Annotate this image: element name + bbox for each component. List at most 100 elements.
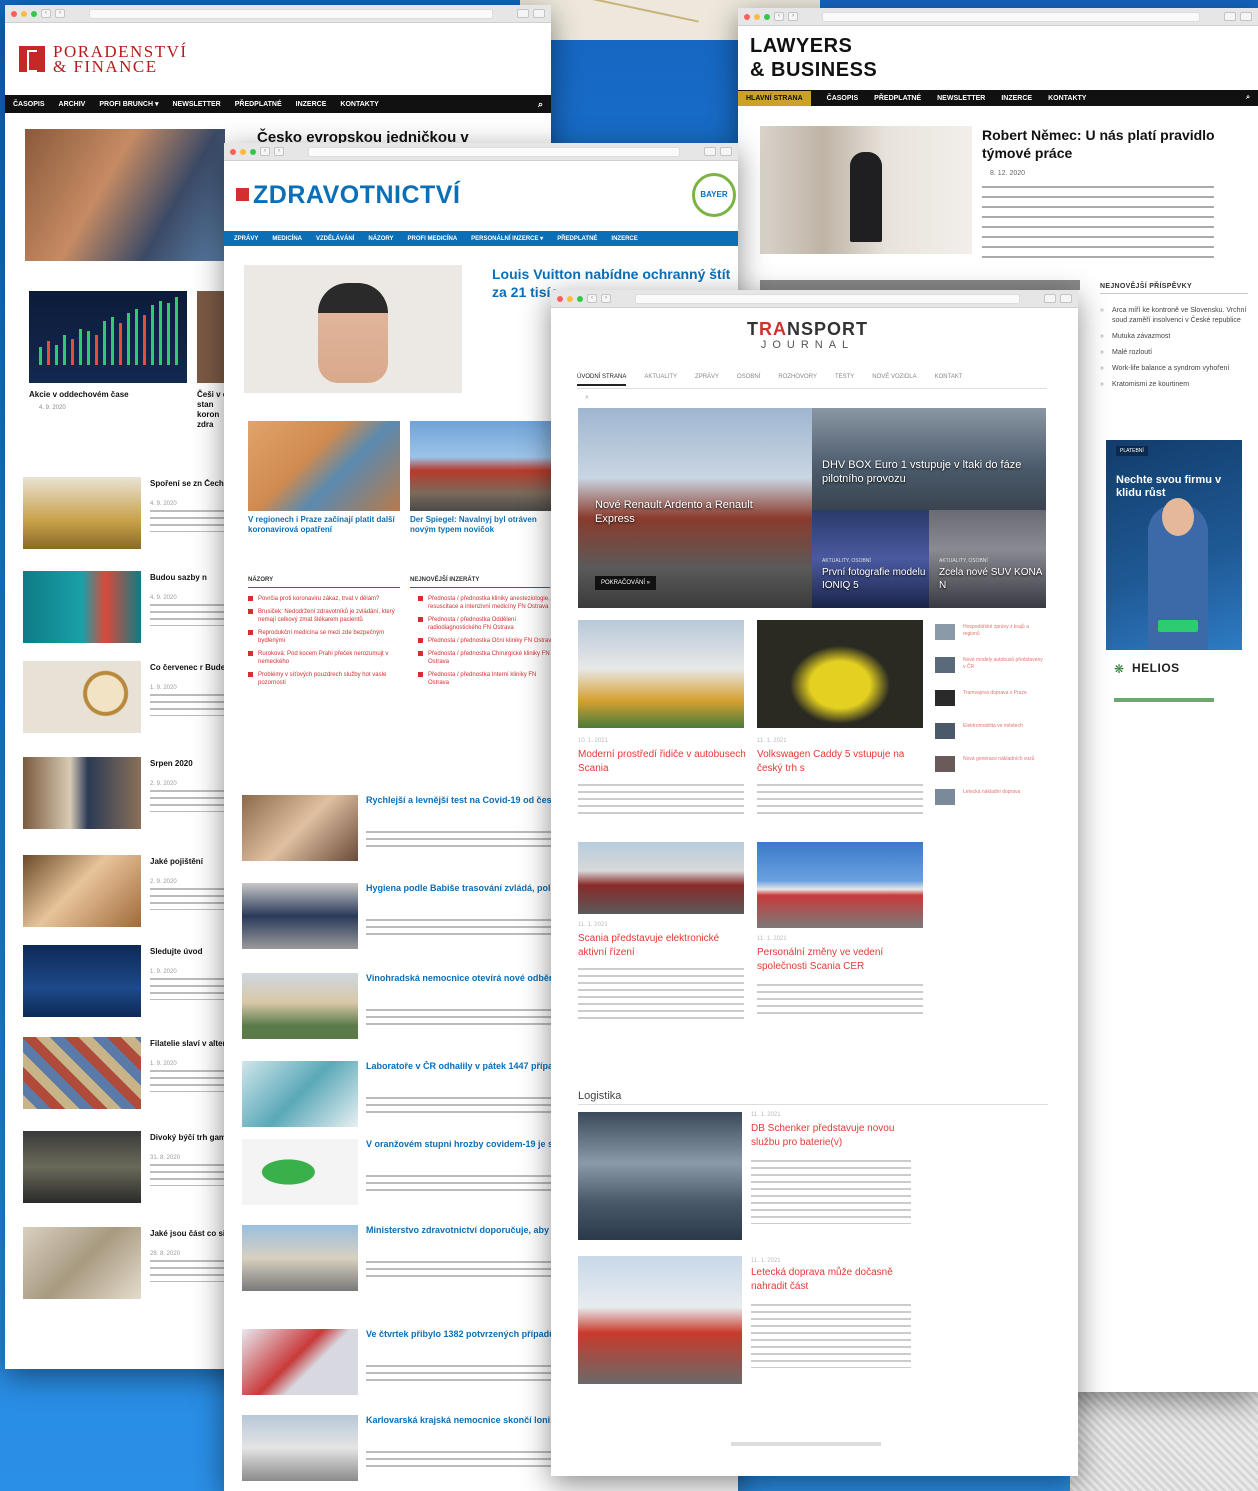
sidebar-news-item[interactable]: Letecká nákladní doprava <box>935 789 1045 819</box>
recent-post-link[interactable]: Mutuka závazmost <box>1100 332 1250 342</box>
job-ad-link[interactable]: Přednosta / přednostka Interní kliniky F… <box>418 671 558 687</box>
nav-item-vzdelavani[interactable]: VZDĚLÁVÁNÍ <box>316 236 354 242</box>
site-logo[interactable]: ZDRAVOTNICTVÍ <box>236 181 460 210</box>
sidebar-news-item[interactable]: Tramvajová doprava v Praze <box>935 690 1045 720</box>
maximize-window-button[interactable] <box>31 10 37 17</box>
nav-item-newsletter[interactable]: NEWSLETTER <box>172 101 220 108</box>
share-button[interactable] <box>517 9 529 18</box>
site-logo[interactable]: TRANSPORT JOURNAL <box>747 320 868 352</box>
nav-item-archiv[interactable]: ARCHIV <box>59 101 86 108</box>
nav-item-osobni[interactable]: OSOBNÍ <box>737 374 760 386</box>
hero-image[interactable] <box>244 265 462 393</box>
list-item[interactable]: Srpen 2020 2. 9. 2020 <box>23 757 233 829</box>
site-logo[interactable]: PORADENSTVÍ & FINANCE <box>53 43 188 75</box>
job-ad-link[interactable]: Přednosta / přednostka Oddělení radiodia… <box>418 616 558 632</box>
article-title[interactable]: Jaké pojištění <box>150 857 230 867</box>
article-image[interactable] <box>197 291 227 383</box>
address-bar[interactable] <box>822 11 1200 22</box>
window-transport-journal[interactable]: ‹ › TRANSPORT JOURNAL ÚVODNÍ STRANA AKTU… <box>551 290 1078 1476</box>
article-title[interactable]: DB Schenker představuje novou službu pro… <box>751 1122 921 1150</box>
ad-banner[interactable]: PLATEBNÍ Nechte svou firmu v klidu růst <box>1106 440 1242 650</box>
hero-title[interactable]: Nové Renault Ardento a Renault Express <box>595 498 795 526</box>
nav-item-profi-medicina[interactable]: PROFI MEDICÍNA <box>407 236 457 242</box>
nav-item-uvodni-strana[interactable]: ÚVODNÍ STRANA <box>577 374 627 386</box>
opinion-link[interactable]: Brusiček: Nedodržení zdravotníků je zvlá… <box>248 608 400 624</box>
nav-item-aktuality[interactable]: AKTUALITY <box>644 374 677 386</box>
article-image[interactable] <box>757 842 923 928</box>
nav-item-kontakty[interactable]: KONTAKTY <box>340 101 378 108</box>
list-item[interactable]: Divoký býčí trh gambling. Kter dařit? 31… <box>23 1131 233 1203</box>
nav-item-inzerce[interactable]: INZERCE <box>296 101 327 108</box>
article-image[interactable] <box>757 620 923 728</box>
address-bar[interactable] <box>89 8 493 19</box>
article-image-stock-chart[interactable] <box>29 291 187 383</box>
article-image[interactable] <box>578 620 744 728</box>
article-title[interactable]: Personální změny ve vedení společnosti S… <box>757 946 927 974</box>
tabs-button[interactable] <box>533 9 545 18</box>
article-title[interactable]: Co červenec r Bude to platit <box>150 663 230 673</box>
sidebar-news-item[interactable]: Hospodářské zprávy z krajů a regionů <box>935 624 1045 654</box>
nav-item-testy[interactable]: TESTY <box>835 374 854 386</box>
back-button[interactable]: ‹ <box>587 294 597 303</box>
list-item[interactable]: Spoření se zn Čechů, ukazuj 4. 9. 2020 <box>23 477 233 549</box>
list-item[interactable]: Jaké pojištění 2. 9. 2020 <box>23 855 233 927</box>
sidebar-news-item[interactable]: Nová generace nákladních vozů <box>935 756 1045 786</box>
article-title[interactable]: Moderní prostředí řidiče v autobusech Sc… <box>578 748 748 776</box>
job-ad-link[interactable]: Přednosta / přednostka Oční kliniky FN O… <box>418 637 558 645</box>
article-title[interactable]: Spoření se zn Čechů, ukazuj <box>150 479 230 489</box>
article-title[interactable]: V regionech i Praze začínají platit dalš… <box>248 515 400 535</box>
nav-item-predplatne[interactable]: PŘEDPLATNÉ <box>235 101 282 108</box>
share-button[interactable] <box>1044 294 1056 303</box>
nav-item-nazory[interactable]: NÁZORY <box>368 236 393 242</box>
minimize-window-button[interactable] <box>240 148 246 155</box>
nav-item-casopis[interactable]: ČASOPIS <box>13 101 45 108</box>
hero-image[interactable] <box>25 129 225 261</box>
nav-item-kontakty[interactable]: KONTAKTY <box>1048 95 1086 102</box>
ad-brand[interactable]: HELIOS <box>1132 661 1180 675</box>
back-button[interactable]: ‹ <box>41 9 51 18</box>
nav-item-kontakt[interactable]: KONTAKT <box>935 374 963 386</box>
nav-item-hlavni-strana[interactable]: HLAVNÍ STRANA <box>738 90 811 106</box>
minimize-window-button[interactable] <box>754 13 760 20</box>
maximize-window-button[interactable] <box>250 148 256 155</box>
article-title[interactable]: Divoký býčí trh gambling. Kter dařit? <box>150 1133 230 1143</box>
nav-item-predplatne[interactable]: PŘEDPLATNÉ <box>874 95 921 102</box>
search-icon[interactable]: ⌕ <box>538 99 543 110</box>
ad-button[interactable] <box>1158 620 1198 632</box>
maximize-window-button[interactable] <box>577 295 583 302</box>
nav-item-personalni-inzerce[interactable]: PERSONÁLNÍ INZERCE ▾ <box>471 235 543 242</box>
list-item[interactable]: Budou sazby n 4. 9. 2020 <box>23 571 233 643</box>
article-image[interactable] <box>760 126 972 254</box>
site-logo[interactable]: LAWYERS & BUSINESS <box>750 34 877 82</box>
recent-post-link[interactable]: Work-life balance a syndrom vyhoření <box>1100 364 1250 374</box>
continue-button[interactable]: POKRAČOVÁNÍ » <box>595 576 657 590</box>
opinion-link[interactable]: Problémy v síťových pouzdrech služby hot… <box>248 671 400 687</box>
forward-button[interactable]: › <box>788 12 798 21</box>
back-button[interactable]: ‹ <box>774 12 784 21</box>
search-icon[interactable]: ⌕ <box>1246 94 1250 102</box>
nav-item-newsletter[interactable]: NEWSLETTER <box>937 95 985 102</box>
search-icon[interactable]: ⌕ <box>585 394 589 402</box>
article-image[interactable] <box>410 421 562 511</box>
bayer-logo[interactable]: BAYER <box>692 173 736 217</box>
list-item[interactable]: Jaké jsou část co si dávat poz 28. 8. 20… <box>23 1227 233 1299</box>
article-image[interactable] <box>248 421 400 511</box>
article-title[interactable]: Robert Němec: U nás platí pravidlo týmov… <box>982 126 1232 162</box>
nav-item-profi-brunch[interactable]: PROFI BRUNCH ▾ <box>99 100 158 108</box>
list-item[interactable]: Sledujte úvod 1. 9. 2020 <box>23 945 233 1017</box>
back-button[interactable]: ‹ <box>260 147 270 156</box>
featured-tile[interactable]: DHV BOX Euro 1 vstupuje v ltaki do fáze … <box>812 408 1046 510</box>
article-title[interactable]: Filatelie slaví v alternativní inv <box>150 1039 230 1049</box>
nav-item-inzerce[interactable]: INZERCE <box>611 236 637 242</box>
article-image[interactable] <box>578 842 744 914</box>
minimize-window-button[interactable] <box>21 10 27 17</box>
nav-item-zpravy[interactable]: ZPRÁVY <box>234 236 258 242</box>
opinion-link[interactable]: Ruroková: Pod kocem Prahi přeček nerozum… <box>248 650 400 666</box>
article-title[interactable]: Scania představuje elektronické aktivní … <box>578 932 748 960</box>
address-bar[interactable] <box>635 293 1020 304</box>
nav-item-casopis[interactable]: ČASOPIS <box>827 95 859 102</box>
sidebar-news-item[interactable]: Nové modely autobusů představeny v ČR <box>935 657 1045 687</box>
share-button[interactable] <box>704 147 716 156</box>
featured-tile[interactable]: AKTUALITY, OSOBNÍ Zcela nové SUV KONA N <box>929 510 1046 608</box>
article-title[interactable]: Budou sazby n <box>150 573 230 583</box>
